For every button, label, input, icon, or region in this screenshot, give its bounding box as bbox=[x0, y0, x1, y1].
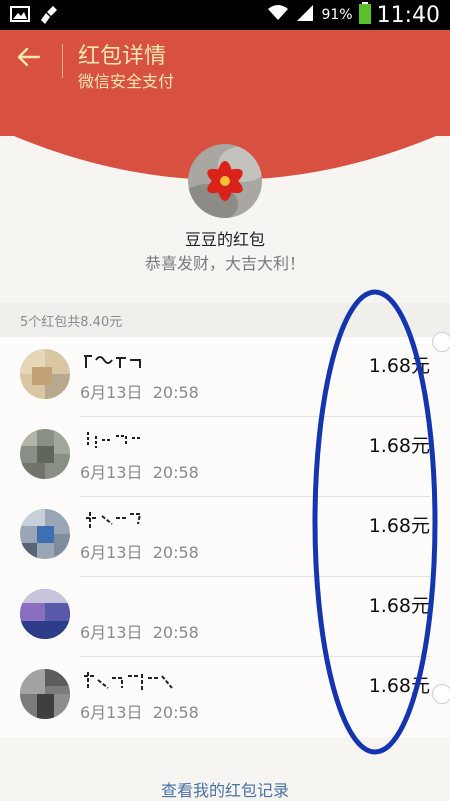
back-arrow-icon[interactable] bbox=[16, 44, 46, 74]
obscured-name-mark bbox=[84, 672, 173, 690]
recipient-list: 6月13日 20:58 1.68元 6月13日 20:58 1.68元 6月13… bbox=[0, 337, 450, 737]
sender-name: 豆豆的红包 bbox=[184, 230, 265, 249]
view-my-records-link[interactable]: 查看我的红包记录 bbox=[0, 777, 450, 801]
broom-icon bbox=[40, 5, 60, 29]
avatar bbox=[20, 349, 70, 399]
received-time: 6月13日 20:58 bbox=[80, 463, 199, 482]
list-item[interactable]: 6月13日 20:58 1.68元 bbox=[0, 657, 450, 737]
amount: 1.68元 bbox=[368, 675, 430, 697]
blessing-text: 恭喜发财，大吉大利！ bbox=[144, 254, 305, 273]
signal-icon bbox=[295, 4, 315, 26]
obscured-name-mark bbox=[86, 512, 142, 528]
summary-text: 5个红包共8.40元 bbox=[20, 315, 123, 330]
list-item[interactable]: 6月13日 20:58 1.68元 bbox=[0, 417, 450, 497]
obscured-name-mark bbox=[87, 432, 142, 448]
scroll-indicator bbox=[432, 684, 450, 704]
avatar bbox=[20, 509, 70, 559]
list-item[interactable]: 6月13日 20:58 1.68元 bbox=[0, 337, 450, 417]
received-time: 6月13日 20:58 bbox=[80, 623, 199, 642]
scroll-indicator bbox=[432, 332, 450, 352]
amount: 1.68元 bbox=[368, 355, 430, 377]
clock: 11:40 bbox=[376, 2, 440, 28]
avatar bbox=[20, 429, 70, 479]
battery-icon bbox=[358, 2, 371, 28]
received-time: 6月13日 20:58 bbox=[80, 383, 199, 402]
header-divider bbox=[62, 44, 63, 78]
list-item[interactable]: 6月13日 20:58 1.68元 bbox=[0, 497, 450, 577]
page-subtitle: 微信安全支付 bbox=[78, 72, 175, 91]
amount: 1.68元 bbox=[368, 595, 430, 617]
status-bar: 91% 11:40 bbox=[0, 0, 450, 30]
received-time: 6月13日 20:58 bbox=[80, 543, 199, 562]
image-icon bbox=[10, 5, 30, 29]
avatar bbox=[20, 589, 70, 639]
page-title: 红包详情 bbox=[78, 44, 167, 69]
amount: 1.68元 bbox=[368, 435, 430, 457]
avatar bbox=[20, 669, 70, 719]
recipient-name bbox=[82, 589, 202, 611]
amount: 1.68元 bbox=[368, 515, 430, 537]
obscured-name-mark bbox=[84, 355, 141, 368]
received-time: 6月13日 20:58 bbox=[80, 703, 199, 722]
battery-percent: 91% bbox=[321, 7, 353, 23]
sender-avatar bbox=[188, 144, 262, 218]
list-item[interactable]: 6月13日 20:58 1.68元 bbox=[0, 577, 450, 657]
wifi-icon bbox=[267, 4, 289, 26]
